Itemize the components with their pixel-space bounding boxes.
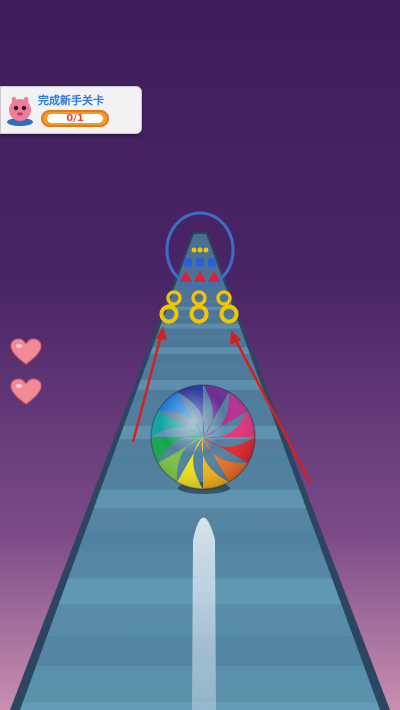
task-progress-text: 0/1 — [47, 114, 103, 124]
lives-indicator — [10, 338, 44, 410]
coin-row-far — [191, 247, 209, 253]
heart-icon — [10, 338, 42, 365]
ball-trail — [192, 517, 216, 710]
task-panel: 完成新手关卡 0/1 — [0, 86, 142, 134]
road-stripe — [150, 347, 250, 355]
task-title: 完成新手关卡 — [38, 94, 104, 107]
road-stripe — [159, 323, 241, 329]
obstacle-row-red — [180, 270, 220, 282]
obstacle-row-blue — [184, 258, 216, 267]
player-ball[interactable] — [150, 384, 256, 490]
heart-icon — [10, 378, 42, 405]
task-progress-bar: 0/1 — [41, 110, 109, 127]
road-stripe — [144, 362, 256, 371]
pink-creature-icon — [7, 97, 33, 126]
